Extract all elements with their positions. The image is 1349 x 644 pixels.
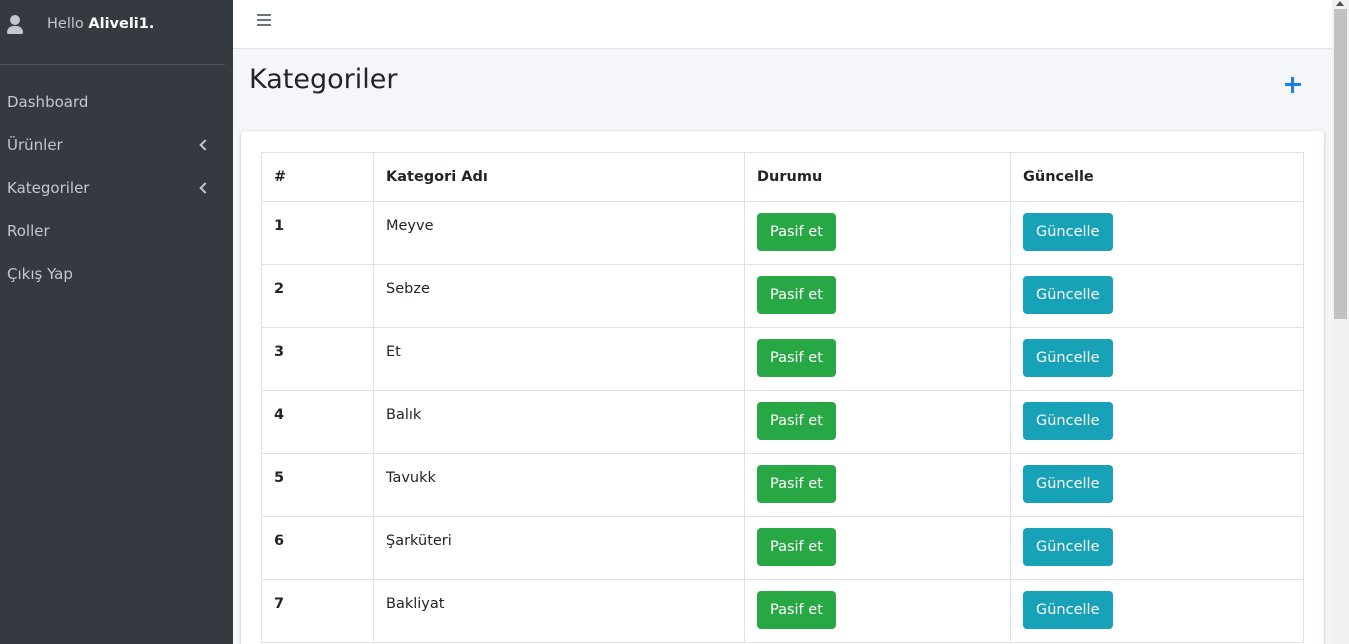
sidebar-item-urunler[interactable]: Ürünler [0,123,233,166]
sidebar-item-label: Çıkış Yap [7,264,73,283]
update-cell: Güncelle [1010,579,1304,643]
status-cell: Pasif et [744,264,1011,328]
update-cell: Güncelle [1010,516,1304,580]
table-row: 1 Meyve Pasif et Güncelle [261,201,1304,265]
column-header-update: Güncelle [1010,152,1304,202]
table-row: 4 Balık Pasif et Güncelle [261,390,1304,454]
category-name: Et [373,327,745,391]
category-name: Tavukk [373,453,745,517]
category-name: Şarküteri [373,516,745,580]
status-cell: Pasif et [744,390,1011,454]
sidebar: Hello Aliveli1. Dashboard Ürünler Katego… [0,0,233,644]
user-panel: Hello Aliveli1. [0,0,225,65]
row-id: 7 [261,579,374,643]
update-button[interactable]: Güncelle [1023,339,1113,377]
deactivate-button[interactable]: Pasif et [757,528,836,566]
deactivate-button[interactable]: Pasif et [757,591,836,629]
chevron-left-icon [199,138,211,151]
status-cell: Pasif et [744,327,1011,391]
table-header-row: # Kategori Adı Durumu Güncelle [261,152,1304,202]
user-greeting: Hello Aliveli1. [47,16,154,32]
update-button[interactable]: Güncelle [1023,528,1113,566]
update-button[interactable]: Güncelle [1023,213,1113,251]
update-button[interactable]: Güncelle [1023,591,1113,629]
update-button[interactable]: Güncelle [1023,465,1113,503]
update-cell: Güncelle [1010,264,1304,328]
scrollbar-thumb[interactable] [1334,9,1347,319]
vertical-scrollbar[interactable] [1332,0,1349,644]
row-id: 1 [261,201,374,265]
row-id: 6 [261,516,374,580]
table-row: 7 Bakliyat Pasif et Güncelle [261,579,1304,643]
category-name: Meyve [373,201,745,265]
column-header-id: # [261,152,374,202]
status-cell: Pasif et [744,453,1011,517]
row-id: 4 [261,390,374,454]
row-id: 3 [261,327,374,391]
table-row: 5 Tavukk Pasif et Güncelle [261,453,1304,517]
categories-table: # Kategori Adı Durumu Güncelle 1 Meyve Pas… [261,152,1304,643]
column-header-name: Kategori Adı [373,152,745,202]
row-id: 2 [261,264,374,328]
deactivate-button[interactable]: Pasif et [757,465,836,503]
sidebar-item-label: Kategoriler [7,178,90,197]
status-cell: Pasif et [744,516,1011,580]
category-name: Balık [373,390,745,454]
deactivate-button[interactable]: Pasif et [757,213,836,251]
sidebar-item-label: Roller [7,221,50,240]
sidebar-item-kategoriler[interactable]: Kategoriler [0,166,233,209]
user-name: Aliveli1. [88,16,155,32]
status-cell: Pasif et [744,579,1011,643]
sidebar-item-label: Ürünler [7,135,63,154]
update-cell: Güncelle [1010,201,1304,265]
table-row: 3 Et Pasif et Güncelle [261,327,1304,391]
update-cell: Güncelle [1010,327,1304,391]
table-row: 6 Şarküteri Pasif et Güncelle [261,516,1304,580]
deactivate-button[interactable]: Pasif et [757,339,836,377]
status-cell: Pasif et [744,201,1011,265]
categories-card: # Kategori Adı Durumu Güncelle 1 Meyve Pas… [241,131,1324,644]
category-name: Bakliyat [373,579,745,643]
deactivate-button[interactable]: Pasif et [757,276,836,314]
deactivate-button[interactable]: Pasif et [757,402,836,440]
chevron-left-icon [199,181,211,194]
page-title: Kategoriler [249,64,398,95]
update-button[interactable]: Güncelle [1023,402,1113,440]
sidebar-item-dashboard[interactable]: Dashboard [0,80,233,123]
update-cell: Güncelle [1010,390,1304,454]
category-name: Sebze [373,264,745,328]
row-id: 5 [261,453,374,517]
scroll-up-arrow-icon[interactable] [1336,1,1344,6]
sidebar-item-logout[interactable]: Çıkış Yap [0,252,233,295]
update-button[interactable]: Güncelle [1023,276,1113,314]
user-icon [6,15,24,37]
top-navbar [233,0,1332,49]
sidebar-item-label: Dashboard [7,92,89,111]
column-header-status: Durumu [744,152,1011,202]
sidebar-nav: Dashboard Ürünler Kategoriler Roller Çık… [0,80,233,295]
menu-toggle-icon[interactable] [257,14,271,26]
add-category-button[interactable] [1284,76,1302,94]
sidebar-item-roller[interactable]: Roller [0,209,233,252]
update-cell: Güncelle [1010,453,1304,517]
table-row: 2 Sebze Pasif et Güncelle [261,264,1304,328]
greeting-text: Hello [47,16,84,32]
